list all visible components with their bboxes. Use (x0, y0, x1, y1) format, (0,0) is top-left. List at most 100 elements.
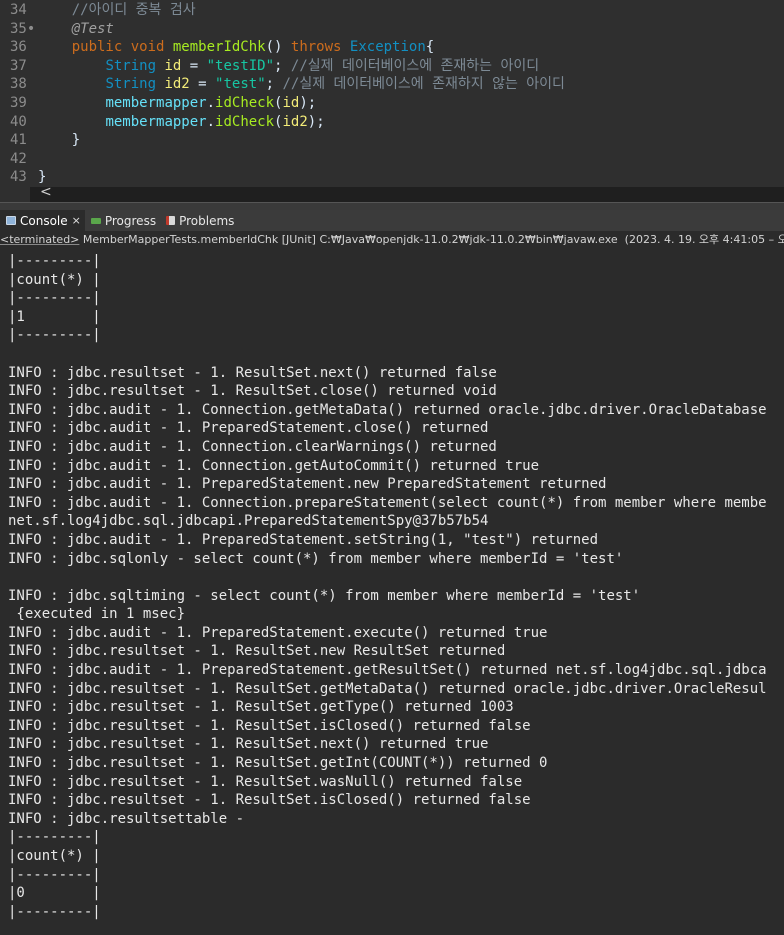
code-editor[interactable]: 34 //아이디 중복 검사 35• @Test 36 public void me… (0, 0, 784, 187)
tab-console[interactable]: Console × (0, 210, 85, 231)
code-token: //아이디 중복 검사 (71, 2, 196, 18)
console-line: INFO : jdbc.audit - 1. Connection.prepar… (8, 494, 767, 511)
code-token: memberIdChk (172, 39, 266, 56)
code-line[interactable]: 39 membermapper.idCheck(id); (0, 94, 784, 113)
console-line: INFO : jdbc.sqlonly - select count(*) fr… (8, 550, 624, 567)
console-line: INFO : jdbc.audit - 1. PreparedStatement… (8, 476, 607, 493)
code-token: id (282, 95, 300, 111)
tab-progress[interactable]: Progress (85, 210, 160, 231)
code-token: String (105, 76, 165, 93)
console-line: |1 | (8, 308, 101, 325)
line-number: 34 (10, 2, 27, 18)
code-token: } (38, 132, 81, 149)
code-token: id2 (164, 76, 190, 93)
code-token: ); (299, 95, 317, 111)
line-number: 36 (10, 39, 27, 56)
console-lines: |---------| |count(*) | |---------| |1 | |--… (8, 252, 784, 921)
console-line: |---------| (8, 903, 101, 920)
tab-problems[interactable]: Problems (160, 210, 238, 231)
code-token: Exception (349, 39, 426, 56)
code-token: . (206, 95, 216, 111)
console-line: |0 | (8, 885, 101, 902)
code-token: "testID" (206, 57, 275, 74)
console-output[interactable]: |---------| |count(*) | |---------| |1 | |--… (0, 249, 784, 935)
console-line: INFO : jdbc.audit - 1. Connection.clearW… (8, 438, 497, 455)
code-token: } (38, 169, 47, 186)
code-token: ; (265, 76, 283, 93)
problems-icon (166, 216, 176, 225)
console-line: INFO : jdbc.sqltiming - select count(*) … (8, 587, 641, 604)
code-line[interactable]: 42 (0, 150, 784, 169)
line-number: 43 (10, 169, 27, 186)
scroll-left-arrow-icon[interactable]: < (40, 184, 52, 200)
line-number: 38 (10, 76, 27, 93)
console-line: INFO : jdbc.resultset - 1. ResultSet.get… (8, 680, 767, 697)
code-token: throws (290, 39, 350, 56)
console-line: INFO : jdbc.resultset - 1. ResultSet.isC… (8, 717, 531, 734)
code-token: id (164, 57, 182, 74)
code-token: ); (307, 113, 325, 130)
code-line[interactable]: 37 String id = "testID"; //실제 데이터베이스에 존재… (0, 57, 784, 76)
code-line[interactable]: 43} (0, 168, 784, 187)
console-line: INFO : jdbc.resultset - 1. ResultSet.get… (8, 755, 548, 772)
code-token: = (189, 76, 216, 93)
console-line: |---------| (8, 253, 101, 269)
console-line: net.sf.log4jdbc.sql.jdbcapi.PreparedStat… (8, 513, 489, 530)
code-token: String (105, 57, 165, 74)
code-token: id2 (282, 113, 308, 130)
console-line: INFO : jdbc.audit - 1. PreparedStatement… (8, 531, 599, 548)
code-line[interactable]: 35• @Test (0, 20, 784, 39)
console-line: |count(*) | (8, 848, 101, 864)
code-text: //아이디 중복 검사 (38, 1, 196, 20)
console-line: INFO : jdbc.resultset - 1. ResultSet.nex… (8, 736, 489, 753)
code-token: { (425, 39, 435, 56)
progress-icon (90, 217, 101, 224)
code-token: idCheck (215, 95, 275, 111)
code-text: String id = "testID"; //실제 데이터베이스에 존재하는 … (38, 57, 539, 76)
terminated-label: <terminated> (0, 233, 80, 246)
console-line: |---------| (8, 290, 101, 307)
line-number: 35• (10, 20, 36, 37)
code-text: membermapper.idCheck(id); (38, 94, 316, 113)
code-token: //실제 데이터베이스에 존재하지 않는 아이디 (282, 76, 565, 93)
code-line[interactable]: 38 String id2 = "test"; //실제 데이터베이스에 존재하… (0, 75, 784, 94)
code-line[interactable]: 36 public void memberIdChk() throws Exce… (0, 38, 784, 57)
console-line: INFO : jdbc.resultset - 1. ResultSet.new… (8, 643, 506, 660)
line-number: 37 (10, 57, 27, 74)
code-token: . (206, 113, 216, 130)
code-text: public void memberIdChk() throws Excepti… (38, 38, 434, 57)
line-number: 39 (10, 95, 27, 111)
close-icon[interactable]: × (72, 214, 81, 227)
console-line: INFO : jdbc.audit - 1. PreparedStatement… (8, 662, 767, 679)
code-line[interactable]: 40 membermapper.idCheck(id2); (0, 113, 784, 132)
code-token: = (181, 57, 207, 74)
code-line[interactable]: 41 } (0, 131, 784, 150)
console-line: INFO : jdbc.resultset - 1. ResultSet.clo… (8, 383, 497, 400)
code-text: @Test (38, 20, 114, 39)
editor-horizontal-scrollbar[interactable]: < (30, 184, 784, 202)
console-line: INFO : jdbc.resultset - 1. ResultSet.get… (8, 699, 514, 716)
console-line: INFO : jdbc.resultset - 1. ResultSet.was… (8, 773, 523, 790)
console-line: INFO : jdbc.audit - 1. PreparedStatement… (8, 420, 489, 437)
tab-console-label: Console (20, 213, 68, 228)
line-number: 40 (10, 113, 27, 130)
code-token: @Test (71, 20, 114, 37)
code-text: String id2 = "test"; //실제 데이터베이스에 존재하지 않… (38, 75, 565, 94)
line-number: 41 (10, 132, 27, 149)
code-token: idCheck (215, 113, 275, 130)
code-token: "test" (215, 76, 266, 93)
code-line[interactable]: 34 //아이디 중복 검사 (0, 1, 784, 20)
line-number: 42 (10, 150, 27, 167)
console-icon (6, 216, 16, 225)
code-token: //실제 데이터베이스에 존재하는 아이디 (290, 57, 540, 74)
launch-status-line: <terminated> MemberMapperTests.memberIdC… (0, 231, 784, 250)
